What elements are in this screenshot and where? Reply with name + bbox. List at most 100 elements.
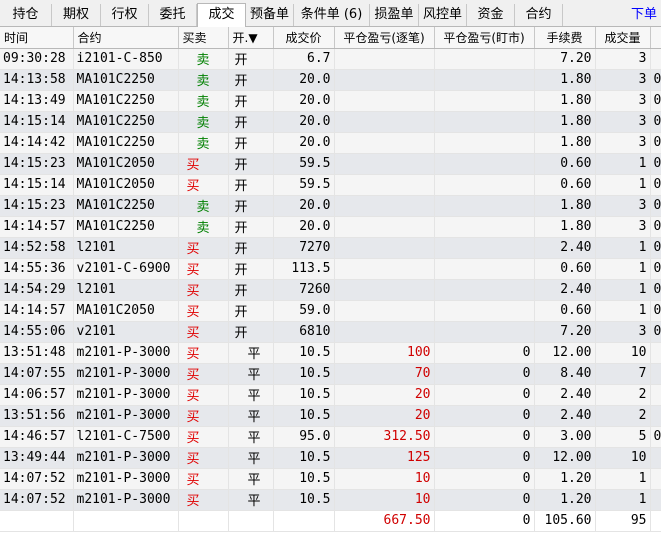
tab-risk-orders[interactable]: 风控单	[419, 4, 467, 26]
table-row[interactable]: 14:13:58 MA101C2250 卖开 20.0 1.80 3 0	[0, 69, 661, 91]
cell-contract: l2101-C-7500	[73, 426, 179, 448]
table-row[interactable]: 14:07:52 m2101-P-3000 买平 10.5 10 0 1.20 1	[0, 489, 661, 511]
cell-volume: 3	[595, 48, 651, 70]
cell-open-close: 平	[228, 384, 274, 406]
cell-contract: MA101C2250	[73, 216, 179, 238]
table-row[interactable]: 13:51:56 m2101-P-3000 买平 10.5 20 0 2.40 2	[0, 405, 661, 427]
cell-pnl-mtm: 0	[434, 405, 535, 427]
table-row[interactable]: 09:30:28 i2101-C-850 卖开 6.7 7.20 3	[0, 48, 661, 70]
cell-extra: 0	[650, 426, 661, 448]
tab-contracts[interactable]: 合约	[515, 4, 563, 26]
cell-pnl-trade	[334, 321, 435, 343]
cell-pnl-trade	[334, 90, 435, 112]
cell-time: 13:51:56	[0, 405, 74, 427]
cell-time: 14:07:52	[0, 489, 74, 511]
col-fee[interactable]: 手续费	[534, 27, 596, 49]
cell-price: 10.5	[273, 363, 335, 385]
cell-side: 买	[178, 300, 229, 322]
table-row[interactable]: 14:07:52 m2101-P-3000 买平 10.5 10 0 1.20 1	[0, 468, 661, 490]
cell-price: 59.0	[273, 300, 335, 322]
cell-extra: 0	[650, 111, 661, 133]
cell-extra: 0	[650, 174, 661, 196]
cell-price: 6810	[273, 321, 335, 343]
tab-funds[interactable]: 资金	[467, 4, 515, 26]
cell-fee: 0.60	[534, 153, 596, 175]
cell-time: 14:07:52	[0, 468, 74, 490]
cell-open-close: 平	[228, 489, 274, 511]
tab-options[interactable]: 期权	[52, 4, 101, 26]
cell-extra: 0	[650, 153, 661, 175]
cell-time: 14:06:57	[0, 384, 74, 406]
tab-orders[interactable]: 委托	[149, 4, 197, 26]
place-order-button[interactable]: 下单	[631, 4, 657, 26]
table-row[interactable]: 14:15:14 MA101C2250 卖开 20.0 1.80 3 0	[0, 111, 661, 133]
table-row[interactable]: 14:55:06 v2101 买开 6810 7.20 3 0	[0, 321, 661, 343]
tab-trades[interactable]: 成交	[197, 3, 246, 27]
table-row[interactable]: 14:06:57 m2101-P-3000 买平 10.5 20 0 2.40 2	[0, 384, 661, 406]
total-empty	[0, 510, 74, 532]
cell-time: 14:14:57	[0, 216, 74, 238]
table-row[interactable]: 14:46:57 l2101-C-7500 买平 95.0 312.50 0 3.00 5 0	[0, 426, 661, 448]
cell-pnl-mtm	[434, 48, 535, 70]
cell-pnl-trade	[334, 111, 435, 133]
col-price[interactable]: 成交价	[273, 27, 335, 49]
cell-price: 6.7	[273, 48, 335, 70]
cell-pnl-trade: 10	[334, 489, 435, 511]
table-row[interactable]: 13:51:48 m2101-P-3000 买平 10.5 100 0 12.00 10	[0, 342, 661, 364]
cell-pnl-trade	[334, 216, 435, 238]
table-row[interactable]: 13:49:44 m2101-P-3000 买平 10.5 125 0 12.00 10	[0, 447, 661, 469]
col-volume[interactable]: 成交量	[595, 27, 651, 49]
table-row[interactable]: 14:14:42 MA101C2250 卖开 20.0 1.80 3 0	[0, 132, 661, 154]
col-time[interactable]: 时间	[0, 27, 74, 49]
cell-fee: 8.40	[534, 363, 596, 385]
table-row[interactable]: 14:13:49 MA101C2250 卖开 20.0 1.80 3 0	[0, 90, 661, 112]
tab-conditional-orders[interactable]: 条件单 (6)	[294, 4, 370, 26]
cell-contract: v2101	[73, 321, 179, 343]
tab-exercise[interactable]: 行权	[101, 4, 149, 26]
table-row[interactable]: 14:14:57 MA101C2050 买开 59.0 0.60 1 0	[0, 300, 661, 322]
table-row[interactable]: 14:15:23 MA101C2050 买开 59.5 0.60 1 0	[0, 153, 661, 175]
cell-pnl-mtm	[434, 216, 535, 238]
col-pnl-mtm[interactable]: 平仓盈亏(盯市)	[434, 27, 535, 49]
cell-price: 20.0	[273, 195, 335, 217]
table-row[interactable]: 14:55:36 v2101-C-6900 买开 113.5 0.60 1 0	[0, 258, 661, 280]
cell-pnl-trade	[334, 132, 435, 154]
table-row[interactable]: 14:15:23 MA101C2250 卖开 20.0 1.80 3 0	[0, 195, 661, 217]
trades-table: 时间 合约 买卖 开.▼ 成交价 平仓盈亏(逐笔) 平仓盈亏(盯市) 手续费 成…	[0, 27, 661, 532]
total-fee: 105.60	[534, 510, 596, 532]
tab-positions[interactable]: 持仓	[0, 4, 52, 26]
cell-pnl-trade	[334, 300, 435, 322]
cell-contract: MA101C2250	[73, 111, 179, 133]
cell-extra: 0	[650, 216, 661, 238]
cell-fee: 12.00	[534, 342, 596, 364]
cell-extra	[650, 48, 661, 70]
cell-time: 14:55:06	[0, 321, 74, 343]
cell-volume: 1	[595, 153, 651, 175]
cell-volume: 3	[595, 216, 651, 238]
cell-pnl-trade	[334, 258, 435, 280]
col-open-close[interactable]: 开.▼	[228, 27, 274, 49]
col-side[interactable]: 买卖	[178, 27, 229, 49]
table-row[interactable]: 14:07:55 m2101-P-3000 买平 10.5 70 0 8.40 7	[0, 363, 661, 385]
cell-contract: m2101-P-3000	[73, 405, 179, 427]
total-empty	[228, 510, 274, 532]
cell-pnl-mtm	[434, 195, 535, 217]
cell-open-close: 开	[228, 153, 274, 175]
tab-prepared-orders[interactable]: 预备单	[246, 4, 294, 26]
col-contract[interactable]: 合约	[73, 27, 179, 49]
cell-pnl-trade	[334, 153, 435, 175]
table-row[interactable]: 14:15:14 MA101C2050 买开 59.5 0.60 1 0	[0, 174, 661, 196]
cell-open-close: 开	[228, 48, 274, 70]
cell-price: 10.5	[273, 489, 335, 511]
cell-price: 10.5	[273, 447, 335, 469]
cell-extra: 0	[650, 195, 661, 217]
col-extra[interactable]	[650, 27, 661, 49]
tab-stop-profit-orders[interactable]: 损盈单	[370, 4, 419, 26]
table-row[interactable]: 14:14:57 MA101C2250 卖开 20.0 1.80 3 0	[0, 216, 661, 238]
cell-pnl-mtm	[434, 174, 535, 196]
col-pnl-trade[interactable]: 平仓盈亏(逐笔)	[334, 27, 435, 49]
table-row[interactable]: 14:54:29 l2101 买开 7260 2.40 1 0	[0, 279, 661, 301]
table-row[interactable]: 14:52:58 l2101 买开 7270 2.40 1 0	[0, 237, 661, 259]
total-volume: 95	[595, 510, 651, 532]
cell-extra	[650, 468, 661, 490]
